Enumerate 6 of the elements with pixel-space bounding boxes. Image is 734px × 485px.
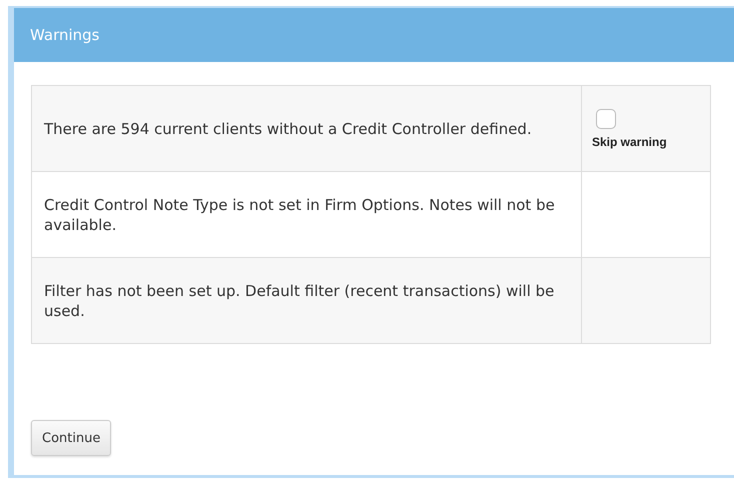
warning-message: There are 594 current clients without a Credit Controller defined.: [32, 86, 582, 172]
continue-button[interactable]: Continue: [31, 420, 112, 456]
skip-label: Skip warning: [592, 134, 667, 148]
skip-checkbox[interactable]: [596, 108, 616, 128]
dialog-title: Warnings: [30, 26, 100, 44]
warning-message: Filter has not been set up. Default filter (recent transactions) will be used.: [32, 258, 582, 344]
